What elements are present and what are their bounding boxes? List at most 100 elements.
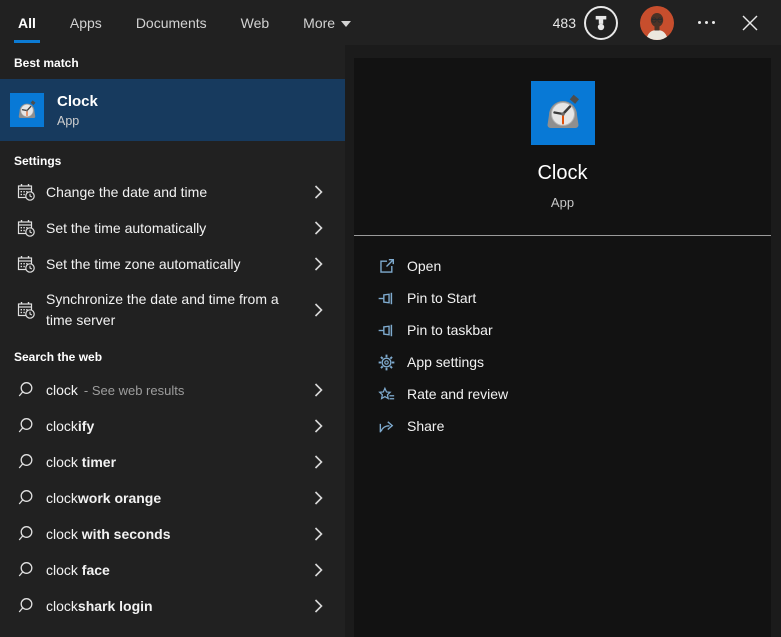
search-icon xyxy=(16,380,36,400)
web-result-clock-timer[interactable]: clock timer xyxy=(0,444,345,480)
action-pin-to-taskbar[interactable]: Pin to taskbar xyxy=(354,314,771,346)
calendar-clock-icon xyxy=(16,300,36,320)
query-text: clock xyxy=(46,418,78,434)
settings-result-sync-time-server[interactable]: Synchronize the date and time from a tim… xyxy=(0,282,345,338)
chevron-right-icon[interactable] xyxy=(314,383,323,397)
tab-apps[interactable]: Apps xyxy=(66,0,106,45)
web-result-clockwork-orange[interactable]: clockwork orange xyxy=(0,480,345,516)
tab-documents-label: Documents xyxy=(135,14,207,31)
action-label: Open xyxy=(407,258,442,274)
search-top-bar: All Apps Documents Web More 483 xyxy=(0,0,781,45)
filter-tabs: All Apps Documents Web More xyxy=(14,0,355,45)
action-label: Rate and review xyxy=(407,386,509,402)
top-bar-actions: 483 xyxy=(552,5,759,40)
settings-result-label: Set the time zone automatically xyxy=(46,255,241,272)
preview-pane: Clock App Open Pin to Start Pin to taskb… xyxy=(345,45,781,637)
tab-web-label: Web xyxy=(240,14,270,31)
settings-result-label: Synchronize the date and time from a tim… xyxy=(46,291,279,328)
best-match-app-type: App xyxy=(57,113,80,128)
best-match-result-clock[interactable]: Clock App xyxy=(0,79,345,141)
query-text: clock xyxy=(46,526,82,542)
pin-icon xyxy=(378,322,395,339)
action-rate-and-review[interactable]: Rate and review xyxy=(354,378,771,410)
chevron-right-icon[interactable] xyxy=(314,527,323,541)
user-avatar[interactable] xyxy=(640,6,674,40)
tab-web[interactable]: Web xyxy=(237,0,274,45)
web-result-clock[interactable]: clock - See web results xyxy=(0,372,345,408)
see-web-results-annotation: - See web results xyxy=(83,382,185,398)
action-app-settings[interactable]: App settings xyxy=(354,346,771,378)
query-text: clock xyxy=(46,562,82,578)
chevron-right-icon[interactable] xyxy=(314,491,323,505)
action-label: App settings xyxy=(407,354,485,370)
web-result-clockify[interactable]: clockify xyxy=(0,408,345,444)
query-text: clock xyxy=(46,382,78,398)
search-results-panel: Best match Clock App Settings Change the… xyxy=(0,45,345,637)
search-icon xyxy=(16,596,36,616)
web-result-clock-face[interactable]: clock face xyxy=(0,552,345,588)
search-icon xyxy=(16,416,36,436)
close-button[interactable] xyxy=(741,14,759,32)
gear-icon xyxy=(378,354,395,371)
suggestion-text: with seconds xyxy=(81,526,171,542)
ellipsis-icon xyxy=(698,21,701,24)
chevron-right-icon[interactable] xyxy=(314,419,323,433)
tab-all-label: All xyxy=(18,14,36,31)
chevron-right-icon[interactable] xyxy=(314,257,323,271)
settings-result-set-timezone-auto[interactable]: Set the time zone automatically xyxy=(0,246,345,282)
query-text: clock xyxy=(46,598,78,614)
more-options-button[interactable] xyxy=(698,21,715,24)
suggestion-text: shark login xyxy=(77,598,153,614)
search-icon xyxy=(16,560,36,580)
clock-app-icon-large xyxy=(531,81,595,145)
search-icon xyxy=(16,524,36,544)
chevron-right-icon[interactable] xyxy=(314,563,323,577)
search-icon xyxy=(16,452,36,472)
clock-app-icon xyxy=(10,93,44,127)
action-label: Pin to Start xyxy=(407,290,477,306)
chevron-right-icon[interactable] xyxy=(314,303,323,317)
web-result-clockshark-login[interactable]: clockshark login xyxy=(0,588,345,624)
action-label: Share xyxy=(407,418,445,434)
tab-apps-label: Apps xyxy=(69,14,102,31)
preview-divider xyxy=(354,235,771,236)
tab-more[interactable]: More xyxy=(299,0,355,45)
chevron-right-icon[interactable] xyxy=(314,221,323,235)
suggestion-text: face xyxy=(81,562,110,578)
tab-documents[interactable]: Documents xyxy=(132,0,211,45)
suggestion-text: work orange xyxy=(77,490,162,506)
action-pin-to-start[interactable]: Pin to Start xyxy=(354,282,771,314)
action-open[interactable]: Open xyxy=(354,250,771,282)
chevron-right-icon[interactable] xyxy=(314,455,323,469)
settings-result-label: Set the time automatically xyxy=(46,219,207,236)
settings-result-change-date-time[interactable]: Change the date and time xyxy=(0,174,345,210)
chevron-right-icon[interactable] xyxy=(314,599,323,613)
chevron-down-icon xyxy=(341,20,352,27)
best-match-app-name: Clock xyxy=(57,92,98,110)
calendar-clock-icon xyxy=(16,182,36,202)
app-actions-list: Open Pin to Start Pin to taskbar App set… xyxy=(354,250,771,442)
query-text: clock xyxy=(46,490,78,506)
web-result-clock-with-seconds[interactable]: clock with seconds xyxy=(0,516,345,552)
preview-app-type: App xyxy=(550,195,575,210)
suggestion-text: ify xyxy=(77,418,95,434)
search-icon xyxy=(16,488,36,508)
chevron-right-icon[interactable] xyxy=(314,185,323,199)
share-icon xyxy=(378,418,395,435)
rewards-points-count: 483 xyxy=(552,14,576,31)
settings-section-header: Settings xyxy=(14,154,62,168)
query-text: clock xyxy=(46,454,82,470)
tab-more-label: More xyxy=(303,14,336,31)
rewards-button[interactable] xyxy=(584,5,618,40)
settings-result-label: Change the date and time xyxy=(46,183,208,200)
calendar-clock-icon xyxy=(16,218,36,238)
best-match-header: Best match xyxy=(14,56,79,70)
tab-all[interactable]: All xyxy=(14,0,40,45)
medal-icon xyxy=(586,8,616,38)
action-share[interactable]: Share xyxy=(354,410,771,442)
star-rate-icon xyxy=(378,386,395,403)
close-icon xyxy=(742,15,758,30)
open-icon xyxy=(378,258,395,275)
settings-result-set-time-auto[interactable]: Set the time automatically xyxy=(0,210,345,246)
suggestion-text: timer xyxy=(81,454,117,470)
